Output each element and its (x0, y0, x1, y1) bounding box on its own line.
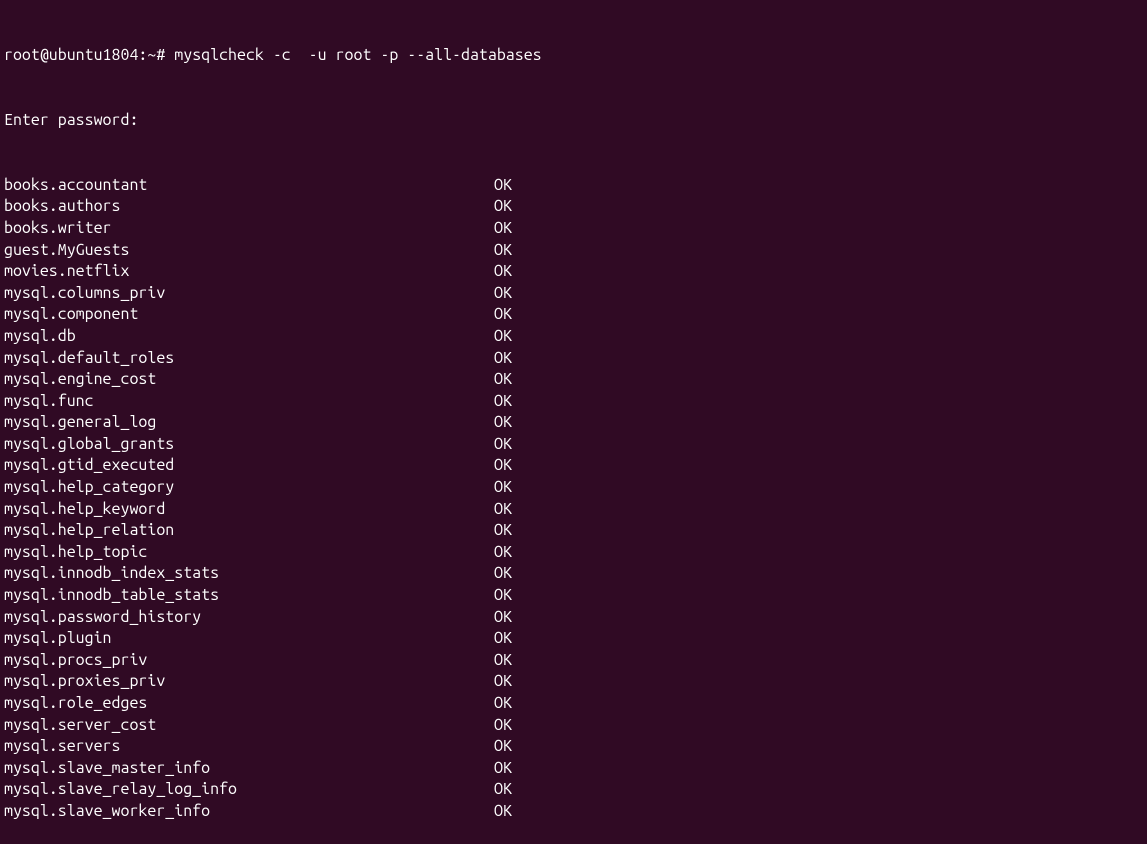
table-status: OK (494, 801, 512, 823)
results-list: books.accountantOKbooks.authorsOKbooks.w… (4, 175, 1143, 823)
result-row: mysql.general_logOK (4, 412, 1143, 434)
terminal-output[interactable]: root@ubuntu1804:~# mysqlcheck -c -u root… (4, 2, 1143, 844)
result-row: mysql.componentOK (4, 304, 1143, 326)
table-name: mysql.plugin (4, 628, 494, 650)
result-row: mysql.help_relationOK (4, 520, 1143, 542)
table-name: mysql.default_roles (4, 348, 494, 370)
table-status: OK (494, 240, 512, 262)
result-row: books.writerOK (4, 218, 1143, 240)
table-status: OK (494, 563, 512, 585)
table-name: books.accountant (4, 175, 494, 197)
table-status: OK (494, 283, 512, 305)
table-name: mysql.help_keyword (4, 499, 494, 521)
table-name: mysql.slave_relay_log_info (4, 779, 494, 801)
result-row: mysql.funcOK (4, 391, 1143, 413)
table-name: mysql.func (4, 391, 494, 413)
result-row: mysql.innodb_table_statsOK (4, 585, 1143, 607)
table-status: OK (494, 650, 512, 672)
table-status: OK (494, 218, 512, 240)
result-row: mysql.innodb_index_statsOK (4, 563, 1143, 585)
table-status: OK (494, 412, 512, 434)
table-name: mysql.columns_priv (4, 283, 494, 305)
result-row: mysql.proxies_privOK (4, 671, 1143, 693)
result-row: books.accountantOK (4, 175, 1143, 197)
result-row: mysql.default_rolesOK (4, 348, 1143, 370)
table-status: OK (494, 671, 512, 693)
result-row: mysql.role_edgesOK (4, 693, 1143, 715)
password-prompt: Enter password: (4, 110, 1143, 132)
table-status: OK (494, 715, 512, 737)
table-status: OK (494, 585, 512, 607)
table-name: mysql.password_history (4, 607, 494, 629)
table-name: mysql.slave_worker_info (4, 801, 494, 823)
table-status: OK (494, 326, 512, 348)
table-status: OK (494, 304, 512, 326)
table-name: mysql.help_topic (4, 542, 494, 564)
prompt-command: mysqlcheck -c -u root -p --all-databases (174, 46, 541, 64)
table-name: mysql.help_relation (4, 520, 494, 542)
table-name: mysql.db (4, 326, 494, 348)
result-row: guest.MyGuestsOK (4, 240, 1143, 262)
table-status: OK (494, 499, 512, 521)
table-name: mysql.component (4, 304, 494, 326)
table-status: OK (494, 779, 512, 801)
prompt-symbol: # (156, 46, 165, 64)
table-name: books.writer (4, 218, 494, 240)
table-name: mysql.role_edges (4, 693, 494, 715)
result-row: mysql.engine_costOK (4, 369, 1143, 391)
result-row: mysql.slave_relay_log_infoOK (4, 779, 1143, 801)
result-row: mysql.slave_master_infoOK (4, 758, 1143, 780)
result-row: mysql.global_grantsOK (4, 434, 1143, 456)
table-status: OK (494, 477, 512, 499)
table-status: OK (494, 369, 512, 391)
result-row: movies.netflixOK (4, 261, 1143, 283)
result-row: mysql.pluginOK (4, 628, 1143, 650)
prompt-path: ~ (147, 46, 156, 64)
result-row: mysql.columns_privOK (4, 283, 1143, 305)
prompt-user: root@ubuntu1804 (4, 46, 138, 64)
result-row: mysql.help_keywordOK (4, 499, 1143, 521)
table-status: OK (494, 175, 512, 197)
table-name: mysql.general_log (4, 412, 494, 434)
table-status: OK (494, 261, 512, 283)
table-status: OK (494, 736, 512, 758)
result-row: mysql.dbOK (4, 326, 1143, 348)
table-name: mysql.gtid_executed (4, 455, 494, 477)
prompt-line: root@ubuntu1804:~# mysqlcheck -c -u root… (4, 45, 1143, 67)
table-name: guest.MyGuests (4, 240, 494, 262)
table-name: mysql.global_grants (4, 434, 494, 456)
table-status: OK (494, 434, 512, 456)
table-name: mysql.servers (4, 736, 494, 758)
result-row: mysql.server_costOK (4, 715, 1143, 737)
result-row: mysql.gtid_executedOK (4, 455, 1143, 477)
result-row: mysql.procs_privOK (4, 650, 1143, 672)
table-status: OK (494, 520, 512, 542)
table-name: mysql.innodb_table_stats (4, 585, 494, 607)
table-status: OK (494, 758, 512, 780)
prompt-user-host: root@ubuntu1804:~# (4, 46, 165, 64)
table-status: OK (494, 693, 512, 715)
table-name: movies.netflix (4, 261, 494, 283)
table-name: mysql.innodb_index_stats (4, 563, 494, 585)
table-name: mysql.slave_master_info (4, 758, 494, 780)
result-row: mysql.help_topicOK (4, 542, 1143, 564)
table-status: OK (494, 348, 512, 370)
result-row: books.authorsOK (4, 196, 1143, 218)
table-status: OK (494, 542, 512, 564)
table-status: OK (494, 391, 512, 413)
table-name: mysql.engine_cost (4, 369, 494, 391)
table-status: OK (494, 196, 512, 218)
result-row: mysql.slave_worker_infoOK (4, 801, 1143, 823)
table-status: OK (494, 455, 512, 477)
table-name: books.authors (4, 196, 494, 218)
table-status: OK (494, 628, 512, 650)
result-row: mysql.password_historyOK (4, 607, 1143, 629)
table-name: mysql.help_category (4, 477, 494, 499)
result-row: mysql.help_categoryOK (4, 477, 1143, 499)
table-name: mysql.procs_priv (4, 650, 494, 672)
result-row: mysql.serversOK (4, 736, 1143, 758)
table-status: OK (494, 607, 512, 629)
table-name: mysql.proxies_priv (4, 671, 494, 693)
table-name: mysql.server_cost (4, 715, 494, 737)
